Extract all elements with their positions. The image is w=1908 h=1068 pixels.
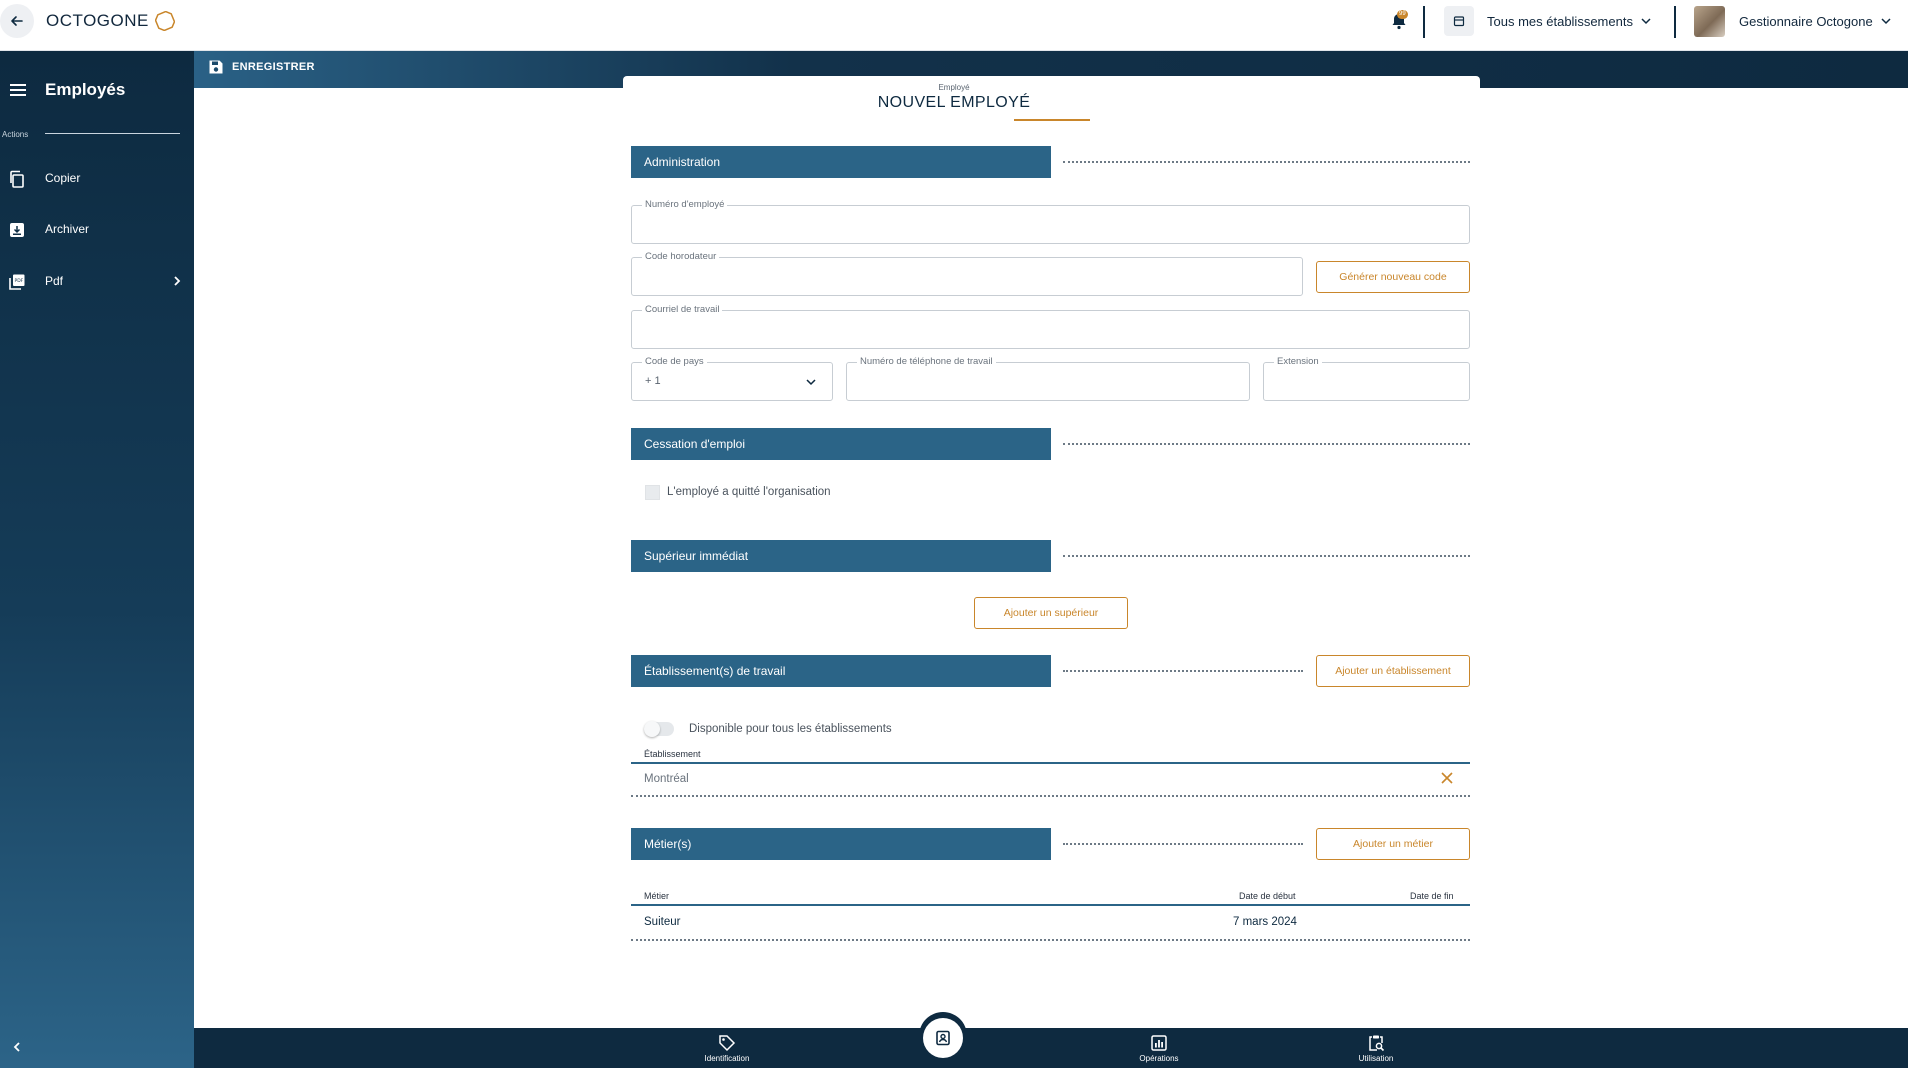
chevron-down-icon [806, 379, 816, 386]
divider [45, 133, 180, 134]
bottom-navigation [194, 1028, 1908, 1068]
field-value: + 1 [645, 375, 661, 387]
clipboard-search-icon [1369, 1035, 1385, 1052]
octagon-logo-icon [154, 11, 175, 31]
field-label: Extension [1274, 356, 1322, 367]
title-underline [1014, 119, 1090, 121]
section-header-metiers: Métier(s) [631, 828, 1051, 860]
section-header-etablissements: Établissement(s) de travail [631, 655, 1051, 687]
save-label: ENREGISTRER [232, 61, 315, 73]
country-code-select[interactable]: Code de pays + 1 [631, 356, 833, 401]
field-label: Numéro de téléphone de travail [857, 356, 996, 367]
establishment-field-label: Établissement [644, 749, 701, 759]
available-all-toggle[interactable] [644, 721, 674, 737]
table-row-divider [631, 939, 1470, 941]
section-divider [1063, 555, 1470, 557]
section-divider [1063, 161, 1470, 163]
left-organisation-label: L'employé a quitté l'organisation [667, 486, 831, 498]
arrow-left-icon [11, 16, 23, 26]
sidebar-item-pdf[interactable]: PDF Pdf [0, 265, 194, 297]
work-email-field[interactable]: Courriel de travail [631, 304, 1470, 349]
field-label: Courriel de travail [642, 304, 723, 315]
nav-item-utilisation[interactable]: Utilisation [1336, 1034, 1416, 1063]
divider [1674, 6, 1676, 38]
section-header-administration: Administration [631, 146, 1051, 178]
sidebar-item-label: Copier [45, 171, 81, 185]
field-underline [631, 762, 1470, 764]
nav-item-identification[interactable]: Identification [687, 1034, 767, 1063]
employee-number-field[interactable]: Numéro d'employé [631, 199, 1470, 244]
establishment-icon-button[interactable] [1444, 6, 1474, 36]
available-all-label: Disponible pour tous les établissements [689, 723, 892, 735]
table-header-end-date: Date de fin [1410, 891, 1454, 901]
sidebar-item-copier[interactable]: Copier [0, 162, 194, 194]
table-header-underline [631, 904, 1470, 906]
pdf-icon: PDF [9, 274, 25, 290]
section-divider [1063, 843, 1303, 845]
field-label: Numéro d'employé [642, 199, 728, 210]
page-title: NOUVEL EMPLOYÉ [877, 94, 1031, 111]
section-header-cessation: Cessation d'emploi [631, 428, 1051, 460]
sidebar-item-label: Archiver [45, 222, 90, 236]
brand-name: OCTOGONE [46, 11, 149, 30]
avatar[interactable] [1694, 6, 1725, 37]
toggle-knob [644, 721, 660, 737]
sidebar-item-archiver[interactable]: Archiver [0, 213, 194, 245]
nav-employees-button[interactable] [923, 1018, 963, 1058]
floppy-disk-icon [209, 60, 223, 74]
sidebar-item-label: Pdf [45, 274, 64, 288]
table-header-trade: Métier [644, 891, 670, 901]
nav-item-label: Identification [704, 1054, 750, 1063]
user-menu[interactable]: Gestionnaire Octogone [1739, 14, 1873, 29]
tag-icon [719, 1035, 736, 1052]
add-establishment-button[interactable]: Ajouter un établissement [1316, 655, 1470, 687]
nav-item-label: Utilisation [1358, 1054, 1394, 1063]
close-icon[interactable] [1440, 771, 1454, 785]
bar-chart-icon [1151, 1035, 1167, 1051]
establishment-selector[interactable]: Tous mes établissements [1487, 14, 1633, 29]
chevron-down-icon[interactable] [1880, 15, 1892, 27]
back-button[interactable] [0, 4, 34, 38]
sidebar: Employés Actions Copier Archiver PDF Pdf [0, 51, 194, 1068]
row-divider [631, 795, 1470, 797]
field-label: Code horodateur [642, 251, 720, 262]
chevron-down-icon[interactable] [1640, 15, 1652, 27]
section-divider [1063, 670, 1303, 672]
form-subtitle: Employé [938, 83, 970, 92]
table-header-start-date: Date de début [1239, 891, 1296, 901]
time-clock-code-field[interactable]: Code horodateur [631, 251, 1303, 296]
archive-icon [10, 223, 24, 237]
table-cell-start-date: 7 mars 2024 [1233, 916, 1297, 928]
nav-item-operations[interactable]: Opérations [1119, 1034, 1199, 1063]
collapse-sidebar-icon[interactable] [10, 1040, 24, 1054]
generate-code-button[interactable]: Générer nouveau code [1316, 261, 1470, 293]
copy-icon [10, 170, 24, 188]
employee-badge-icon [936, 1030, 950, 1046]
svg-text:PDF: PDF [15, 278, 24, 284]
brand-logo[interactable]: OCTOGONE [46, 11, 175, 31]
top-bar: OCTOGONE 99 Tous mes établissements Gest… [0, 0, 1908, 51]
calendar-icon [1453, 16, 1465, 27]
left-organisation-checkbox[interactable] [645, 485, 660, 500]
field-label: Code de pays [642, 356, 707, 367]
actions-label: Actions [2, 130, 29, 139]
establishment-value[interactable]: Montréal [644, 773, 689, 785]
divider [1423, 6, 1425, 38]
section-divider [1063, 443, 1470, 445]
add-trade-button[interactable]: Ajouter un métier [1316, 828, 1470, 860]
work-phone-field[interactable]: Numéro de téléphone de travail [846, 356, 1250, 401]
add-superior-button[interactable]: Ajouter un supérieur [974, 597, 1128, 629]
table-cell-trade[interactable]: Suiteur [644, 916, 680, 928]
save-button[interactable]: ENREGISTRER [208, 59, 315, 75]
notification-count-badge: 99 [1397, 10, 1408, 19]
chevron-right-icon [174, 276, 181, 286]
extension-field[interactable]: Extension [1263, 356, 1470, 401]
nav-item-label: Opérations [1139, 1054, 1179, 1063]
section-header-superieur: Supérieur immédiat [631, 540, 1051, 572]
